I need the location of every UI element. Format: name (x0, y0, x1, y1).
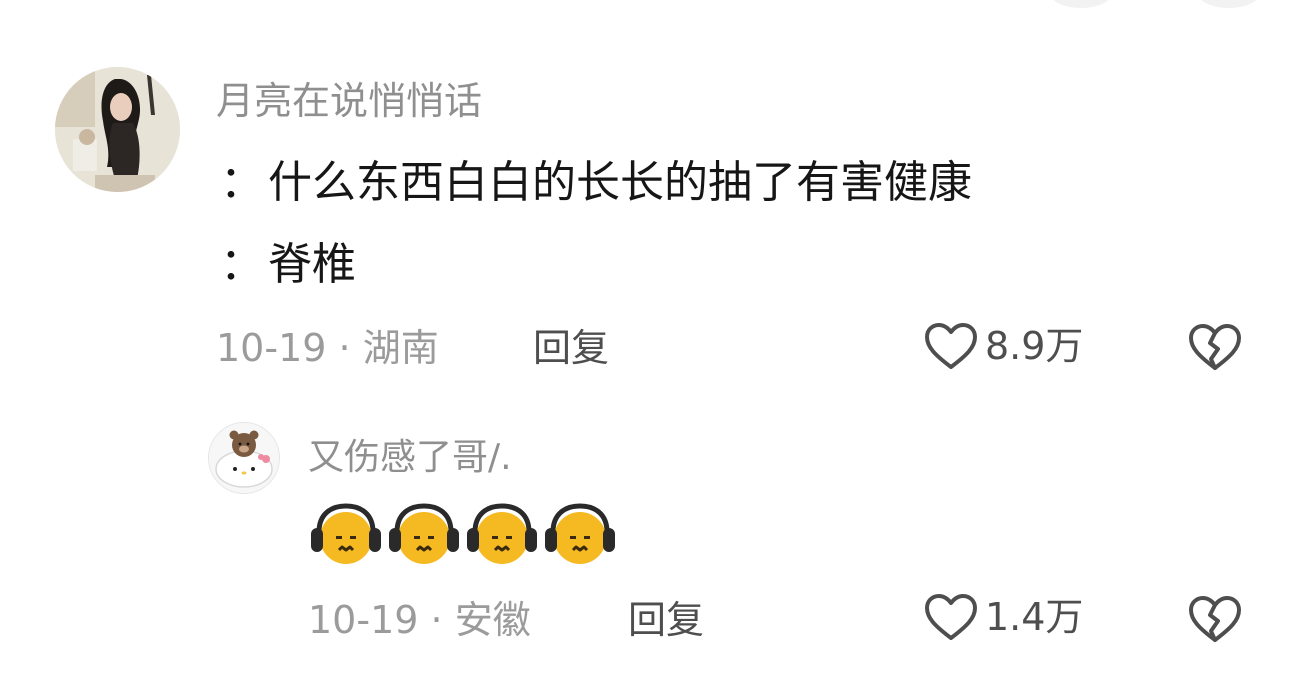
reply-button[interactable]: 回复 (628, 597, 704, 643)
comment-location: 湖南 (362, 326, 439, 370)
reply-user-avatar[interactable] (208, 422, 280, 494)
like-count: 8.9万 (985, 324, 1084, 368)
broken-heart-icon (1189, 596, 1241, 642)
line-text: 什么东西白白的长长的抽了有害健康 (268, 157, 972, 208)
reply-location: 安徽 (454, 598, 531, 642)
emoji-row (307, 502, 619, 568)
dislike-button[interactable] (1187, 322, 1243, 372)
comment-text-line: ：脊椎 (220, 238, 356, 292)
headphones-sad-face-emoji (541, 502, 619, 568)
headphones-sad-face-emoji (463, 502, 541, 568)
headphones-sad-face-emoji (385, 502, 463, 568)
headphones-sad-face-emoji (307, 502, 385, 568)
reply-date: 10-19 (308, 598, 419, 642)
comment-date: 10-19 (216, 326, 327, 370)
meta-separator: · (430, 598, 443, 642)
dislike-button[interactable] (1187, 594, 1243, 644)
user-avatar[interactable] (55, 67, 180, 192)
comment-text-line: ：什么东西白白的长长的抽了有害健康 (220, 156, 972, 210)
reply-username[interactable]: 又伤感了哥/. (308, 436, 512, 480)
line-prefix: ： (220, 239, 264, 290)
broken-heart-icon (1189, 324, 1241, 370)
meta-separator: · (338, 326, 351, 370)
reply-meta: 10-19 · 安徽 (308, 597, 531, 643)
partial-control-shape (1198, 0, 1260, 8)
comment-meta: 10-19 · 湖南 (216, 325, 439, 371)
line-text: 脊椎 (268, 239, 356, 290)
like-button[interactable]: 8.9万 (923, 321, 1083, 371)
reply-button[interactable]: 回复 (533, 325, 609, 371)
like-count: 1.4万 (985, 595, 1084, 639)
like-button[interactable]: 1.4万 (923, 592, 1083, 642)
line-prefix: ： (220, 157, 264, 208)
heart-outline-icon (925, 594, 977, 640)
avatar-photo-icon (55, 67, 180, 192)
partial-control-shape (1050, 0, 1112, 8)
bear-cat-avatar-icon (209, 423, 279, 493)
heart-outline-icon (925, 323, 977, 369)
comment-username[interactable]: 月亮在说悄悄话 (216, 78, 482, 124)
